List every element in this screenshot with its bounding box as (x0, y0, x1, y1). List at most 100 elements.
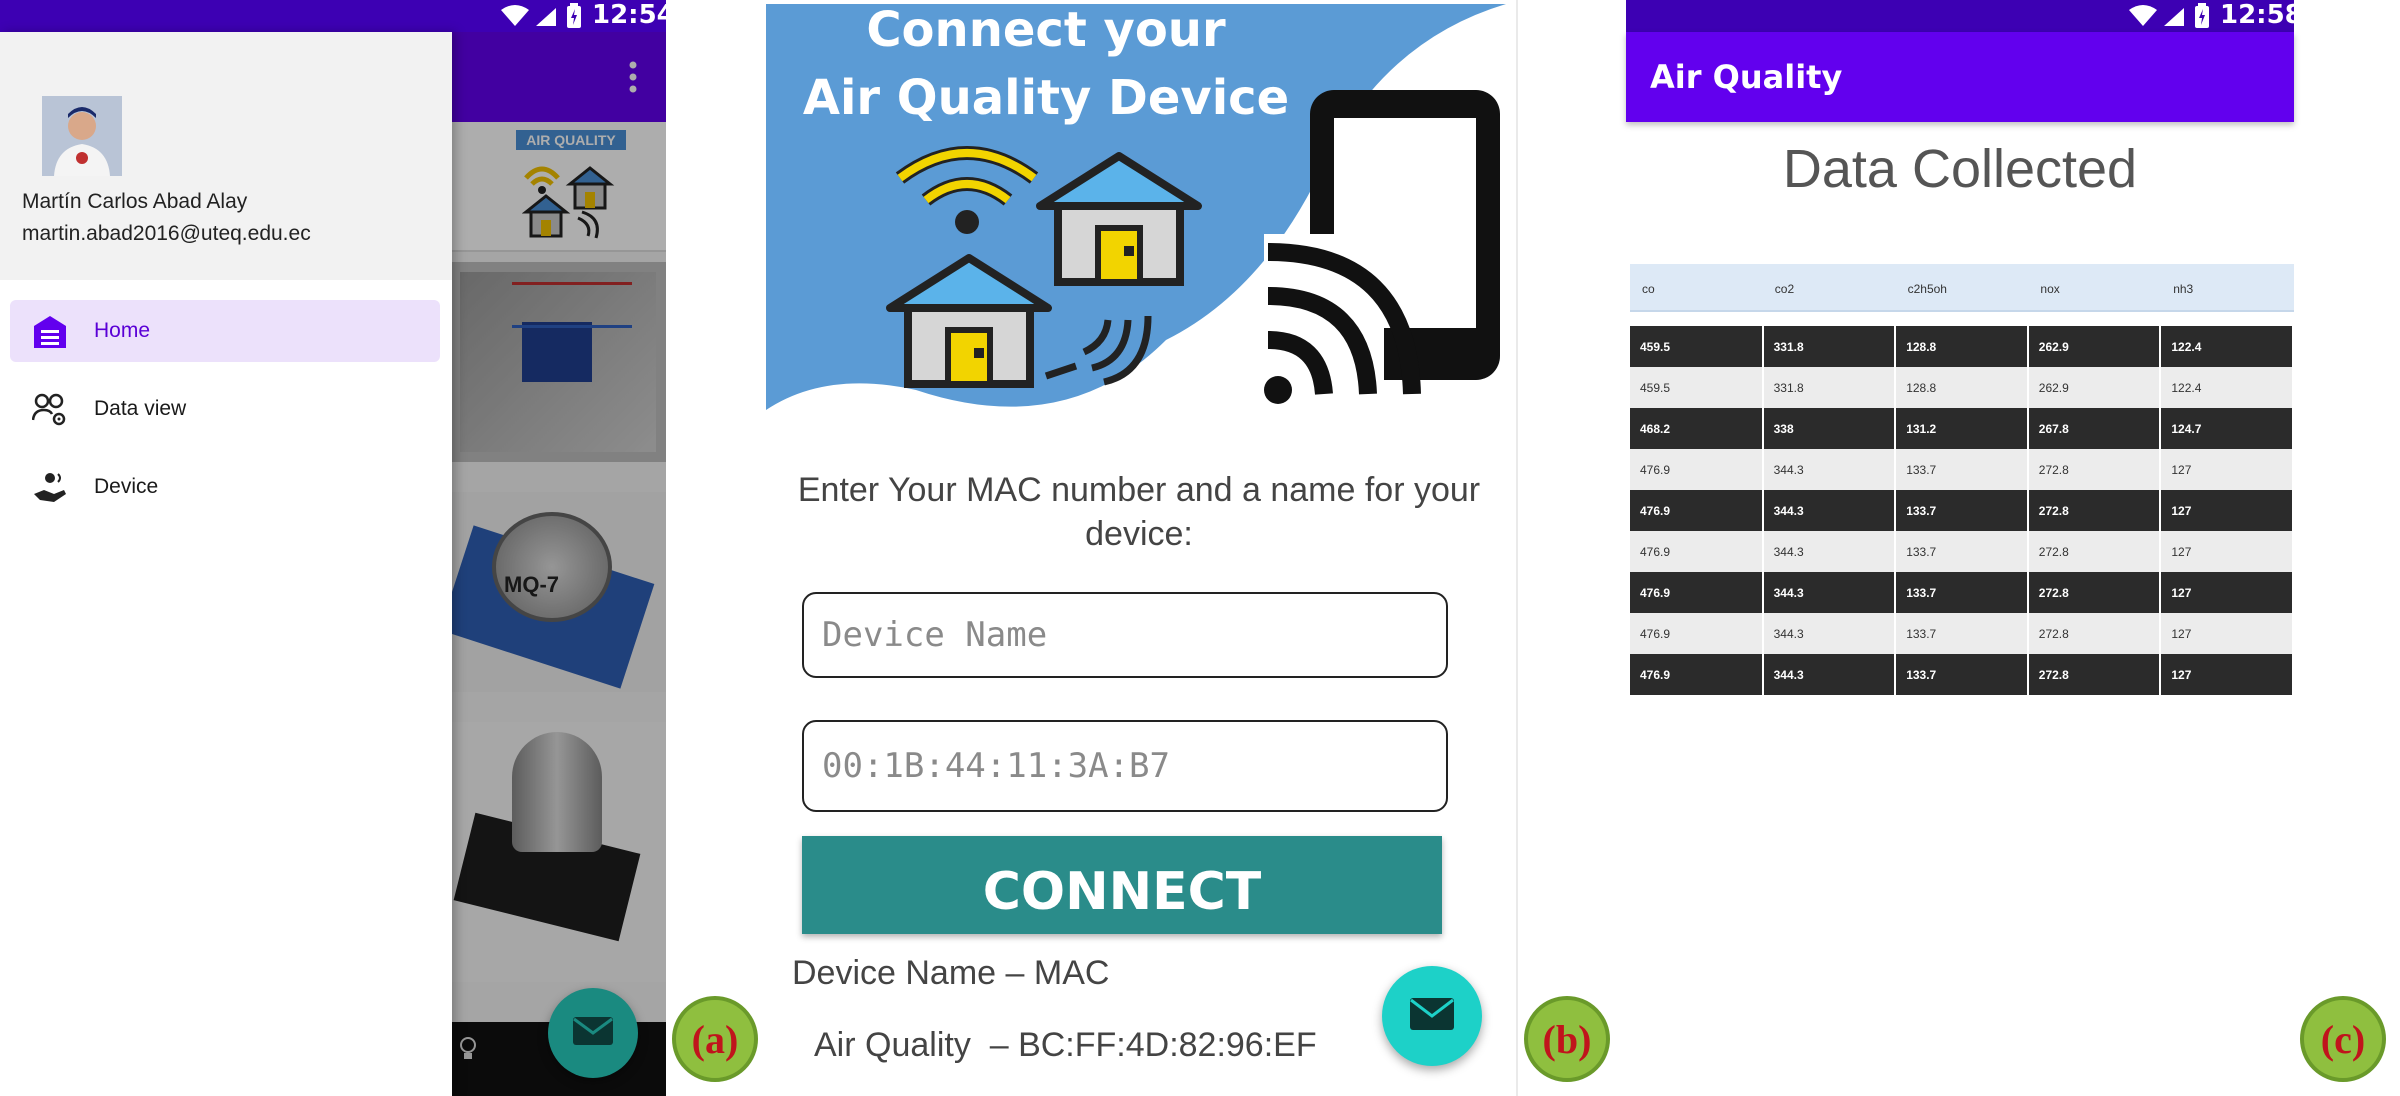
table-cell-co: 476.9 (1630, 490, 1764, 531)
hero-banner: Connect your Air Quality Device (766, 0, 1516, 440)
table-cell-co2: 344.3 (1762, 490, 1897, 531)
table-cell-co2: 344.3 (1762, 613, 1897, 654)
hero-title-line2: Air Quality Device (802, 70, 1290, 126)
battery-icon (566, 3, 582, 34)
table-row[interactable]: 476.9 344.3 133.7 272.8 127 (1630, 654, 2294, 695)
instructions-line: Enter Your MAC number and a name for you… (797, 471, 1481, 553)
device-name-field[interactable] (802, 592, 1448, 678)
mac-input[interactable] (804, 722, 1446, 810)
menu-item-label: Data view (94, 397, 187, 420)
status-time: 12:58 (2220, 0, 2303, 30)
table-cell-nox: 272.8 (2027, 490, 2162, 531)
badge-c: (c) (2300, 996, 2386, 1082)
mail-icon (1409, 997, 1455, 1036)
avatar[interactable] (42, 96, 122, 176)
table-cell-c2h5oh: 133.7 (1895, 613, 2029, 654)
device-list-item[interactable]: Air Quality – BC:FF:4D:82:96:EF (814, 1026, 1317, 1065)
mail-icon (572, 1016, 614, 1051)
table-row[interactable]: 459.5 331.8 128.8 262.9 122.4 (1630, 326, 2294, 367)
wifi-icon (2128, 4, 2158, 33)
table-cell-nh3: 127 (2160, 572, 2294, 613)
table-cell-c2h5oh: 128.8 (1895, 326, 2029, 367)
table-cell-nox: 272.8 (2027, 531, 2162, 572)
house-icon (884, 252, 1054, 397)
table-cell-co2: 338 (1762, 408, 1897, 449)
table-cell-c2h5oh: 133.7 (1895, 654, 2029, 695)
table-row[interactable]: 476.9 344.3 133.7 272.8 127 (1630, 490, 2294, 531)
user-email: martin.abad2016@uteq.edu.ec (22, 222, 311, 245)
mail-fab[interactable] (548, 988, 638, 1078)
panel-divider (1516, 0, 1518, 1096)
user-name: Martín Carlos Abad Alay (22, 190, 248, 213)
wifi-signal-icon (892, 138, 1042, 243)
mail-fab[interactable] (1382, 966, 1482, 1066)
battery-icon (2194, 3, 2210, 34)
menu-item-data-view[interactable]: Data view (10, 378, 440, 440)
data-table-header: co co2 c2h5oh nox nh3 (1630, 264, 2294, 312)
badge-b: (b) (1524, 996, 1610, 1082)
table-row[interactable]: 468.2 338 131.2 267.8 124.7 (1630, 408, 2294, 449)
panel-b: Connect your Air Quality Device Enter Yo… (766, 0, 1518, 1096)
device-list-header: Device Name – MAC (792, 954, 1110, 992)
data-table: 459.5 331.8 128.8 262.9 122.4 459.5 331.8 128.8… (1630, 326, 2294, 695)
navigation-drawer: Martín Carlos Abad Alay martin.abad2016@… (0, 32, 452, 1096)
table-cell-nh3: 122.4 (2160, 326, 2294, 367)
table-cell-co: 476.9 (1630, 654, 1764, 695)
column-header[interactable]: co2 (1763, 264, 1896, 310)
status-bar: 12:54 (0, 0, 675, 34)
table-cell-co2: 344.3 (1762, 572, 1897, 613)
menu-item-home[interactable]: Home (10, 300, 440, 362)
table-cell-co: 476.9 (1630, 613, 1764, 654)
table-row[interactable]: 476.9 344.3 133.7 272.8 127 (1630, 572, 2294, 613)
table-cell-nh3: 124.7 (2160, 408, 2294, 449)
table-row[interactable]: 459.5 331.8 128.8 262.9 122.4 (1630, 367, 2294, 408)
table-cell-co: 459.5 (1630, 367, 1764, 408)
panel-a: 12:54 AIR QUALITY MQ-7 Martín Carlos Aba… (0, 0, 675, 1096)
table-cell-co: 459.5 (1630, 326, 1764, 367)
table-cell-nox: 262.9 (2027, 326, 2162, 367)
app-title: Air Quality (1650, 58, 1843, 96)
table-row[interactable]: 476.9 344.3 133.7 272.8 127 (1630, 449, 2294, 490)
column-header[interactable]: nh3 (2161, 264, 2294, 310)
table-cell-c2h5oh: 133.7 (1895, 490, 2029, 531)
data-table-body: 459.5 331.8 128.8 262.9 122.4 459.5 331.8 128.8… (1630, 326, 2294, 695)
device-hand-icon (32, 470, 68, 506)
drawer-header: Martín Carlos Abad Alay martin.abad2016@… (0, 32, 452, 280)
badge-a: (a) (672, 996, 758, 1082)
broadcast-icon (1036, 286, 1166, 391)
table-cell-nh3: 127 (2160, 613, 2294, 654)
table-cell-nh3: 127 (2160, 490, 2294, 531)
table-row[interactable]: 476.9 344.3 133.7 272.8 127 (1630, 613, 2294, 654)
house-icon (1034, 150, 1204, 295)
table-cell-co2: 344.3 (1762, 654, 1897, 695)
signal-icon (534, 6, 558, 33)
home-icon (32, 314, 68, 350)
scrim[interactable] (452, 32, 666, 1096)
mac-field[interactable] (802, 720, 1448, 812)
people-settings-icon (31, 392, 68, 428)
table-cell-co2: 331.8 (1762, 326, 1897, 367)
menu-item-device[interactable]: Device (10, 456, 440, 518)
table-cell-co: 476.9 (1630, 531, 1764, 572)
column-header[interactable]: nox (2028, 264, 2161, 310)
column-header[interactable]: co (1630, 264, 1763, 310)
table-cell-co2: 331.8 (1762, 367, 1897, 408)
wifi-icon (500, 4, 530, 33)
device-name-input[interactable] (804, 594, 1446, 676)
table-cell-nh3: 127 (2160, 654, 2294, 695)
table-cell-nox: 272.8 (2027, 654, 2162, 695)
table-cell-c2h5oh: 131.2 (1895, 408, 2029, 449)
column-header[interactable]: c2h5oh (1896, 264, 2029, 310)
table-cell-co: 476.9 (1630, 449, 1764, 490)
table-cell-nox: 267.8 (2027, 408, 2162, 449)
table-row[interactable]: 476.9 344.3 133.7 272.8 127 (1630, 531, 2294, 572)
menu-item-label: Home (94, 319, 151, 342)
status-time: 12:54 (592, 0, 675, 30)
table-cell-c2h5oh: 133.7 (1895, 449, 2029, 490)
connect-button[interactable]: CONNECT (802, 836, 1442, 934)
table-cell-nh3: 127 (2160, 449, 2294, 490)
menu-item-label: Device (94, 475, 159, 498)
hero-title-line1: Connect your (866, 2, 1226, 58)
app-bar: Air Quality (1626, 32, 2294, 122)
table-cell-nox: 262.9 (2027, 367, 2162, 408)
